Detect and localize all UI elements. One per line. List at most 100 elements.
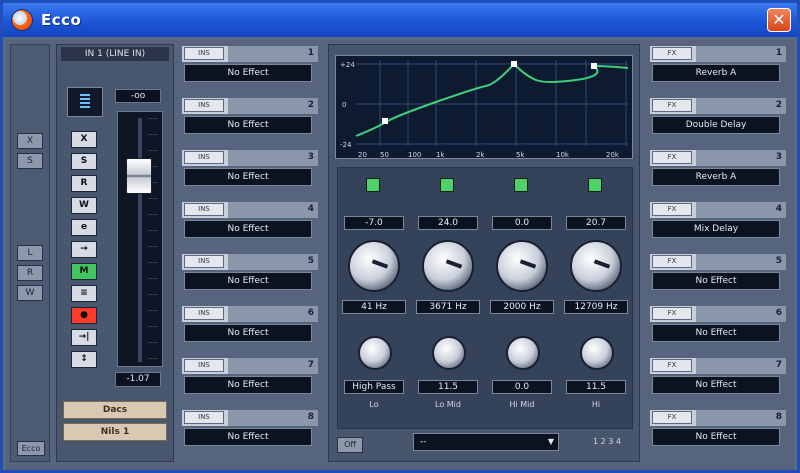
send-toggle[interactable]: FX bbox=[652, 255, 692, 268]
write-automation-button[interactable]: W bbox=[71, 197, 97, 214]
band-q-readout[interactable]: 0.0 bbox=[492, 380, 552, 394]
band-freq-readout[interactable]: 12709 Hz bbox=[564, 300, 628, 314]
slot-number: 1 bbox=[307, 48, 314, 58]
insert-toggle[interactable]: INS bbox=[184, 307, 224, 320]
monitor-button[interactable]: M bbox=[71, 263, 97, 280]
send-toggle[interactable]: FX bbox=[652, 359, 692, 372]
insert-slot: INS 5 No Effect bbox=[182, 252, 322, 303]
band-q-readout[interactable]: 11.5 bbox=[418, 380, 478, 394]
band-gain-readout[interactable]: 0.0 bbox=[492, 216, 552, 230]
send-slot: FX 3 Reverb A bbox=[650, 148, 790, 199]
q-knob[interactable] bbox=[432, 336, 466, 370]
band-gain-readout[interactable]: -7.0 bbox=[344, 216, 404, 230]
read-button[interactable]: L bbox=[17, 245, 43, 261]
band-q-readout[interactable]: High Pass bbox=[344, 380, 404, 394]
write-button[interactable]: W bbox=[17, 285, 43, 301]
insert-toggle[interactable]: INS bbox=[184, 255, 224, 268]
title-bar[interactable]: Ecco ✕ bbox=[3, 3, 797, 37]
send-effect-select[interactable]: No Effect bbox=[652, 324, 780, 342]
read-automation-button[interactable]: R bbox=[71, 175, 97, 192]
send-toggle[interactable]: FX bbox=[652, 99, 692, 112]
eq-preset-select[interactable]: -- ▼ bbox=[413, 433, 559, 451]
eq-bypass-button[interactable]: Off bbox=[337, 437, 363, 453]
channel-input-button[interactable]: Dacs bbox=[63, 401, 167, 419]
eq-node-lomid[interactable] bbox=[511, 61, 517, 67]
insert-toggle[interactable]: INS bbox=[184, 99, 224, 112]
send-effect-select[interactable]: Mix Delay bbox=[652, 220, 780, 238]
graph-x-label: 5k bbox=[516, 151, 525, 159]
send-effect-select[interactable]: Double Delay bbox=[652, 116, 780, 134]
insert-effect-select[interactable]: No Effect bbox=[184, 324, 312, 342]
gain-knob[interactable] bbox=[348, 240, 400, 292]
q-knob[interactable] bbox=[580, 336, 614, 370]
close-button[interactable]: ✕ bbox=[767, 8, 791, 32]
band-q-readout[interactable]: 11.5 bbox=[566, 380, 626, 394]
band-enable-toggle[interactable] bbox=[366, 178, 380, 192]
fader-handle[interactable] bbox=[126, 158, 152, 194]
send-slot: FX 1 Reverb A bbox=[650, 44, 790, 95]
send-effect-select[interactable]: Reverb A bbox=[652, 64, 780, 82]
slot-number: 5 bbox=[307, 256, 314, 266]
send-effect-select[interactable]: No Effect bbox=[652, 376, 780, 394]
fader-rail bbox=[138, 118, 142, 362]
volume-fader[interactable] bbox=[117, 111, 163, 367]
eq-node-lo[interactable] bbox=[382, 118, 388, 124]
insert-toggle[interactable]: INS bbox=[184, 47, 224, 60]
insert-effect-select[interactable]: No Effect bbox=[184, 272, 312, 290]
send-toggle[interactable]: FX bbox=[652, 203, 692, 216]
band-enable-toggle[interactable] bbox=[440, 178, 454, 192]
slot-number: 5 bbox=[775, 256, 782, 266]
gain-knob[interactable] bbox=[496, 240, 548, 292]
insert-effect-select[interactable]: No Effect bbox=[184, 376, 312, 394]
output-button[interactable]: →| bbox=[71, 329, 97, 346]
eq-curve-display[interactable]: +24 0 -24 20 50 100 1k 2k 5k 10k 20k bbox=[335, 55, 633, 159]
solo-button[interactable]: S bbox=[17, 153, 43, 169]
gain-knob[interactable] bbox=[422, 240, 474, 292]
eq-node-hi[interactable] bbox=[591, 63, 597, 69]
insert-effect-select[interactable]: No Effect bbox=[184, 220, 312, 238]
send-effect-select[interactable]: No Effect bbox=[652, 428, 780, 446]
record-button[interactable]: ● bbox=[71, 307, 97, 324]
insert-toggle[interactable]: INS bbox=[184, 151, 224, 164]
q-knob[interactable] bbox=[358, 336, 392, 370]
insert-slot: INS 6 No Effect bbox=[182, 304, 322, 355]
band-enable-toggle[interactable] bbox=[588, 178, 602, 192]
channel-strip: IN 1 (LINE IN) -oo X S R W e → M ≡ ● →| … bbox=[56, 44, 174, 462]
insert-effect-select[interactable]: No Effect bbox=[184, 168, 312, 186]
send-toggle[interactable]: FX bbox=[652, 411, 692, 424]
insert-effect-select[interactable]: No Effect bbox=[184, 428, 312, 446]
insert-toggle[interactable]: INS bbox=[184, 203, 224, 216]
slot-number: 8 bbox=[775, 412, 782, 422]
edit-button[interactable]: e bbox=[71, 219, 97, 236]
insert-effect-select[interactable]: No Effect bbox=[184, 64, 312, 82]
send-toggle[interactable]: FX bbox=[652, 307, 692, 320]
band-freq-readout[interactable]: 3671 Hz bbox=[416, 300, 480, 314]
link-button[interactable]: ↕ bbox=[71, 351, 97, 368]
insert-toggle[interactable]: INS bbox=[184, 359, 224, 372]
insert-slot: INS 4 No Effect bbox=[182, 200, 322, 251]
lanes-button[interactable]: ≡ bbox=[71, 285, 97, 302]
band-freq-readout[interactable]: 2000 Hz bbox=[490, 300, 554, 314]
gain-knob[interactable] bbox=[570, 240, 622, 292]
volume-readout[interactable]: -oo bbox=[115, 89, 161, 103]
q-knob[interactable] bbox=[506, 336, 540, 370]
channel-output-button[interactable]: Nils 1 bbox=[63, 423, 167, 441]
mute-button[interactable]: X bbox=[71, 131, 97, 148]
band-gain-readout[interactable]: 24.0 bbox=[418, 216, 478, 230]
band-enable-toggle[interactable] bbox=[514, 178, 528, 192]
insert-effect-select[interactable]: No Effect bbox=[184, 116, 312, 134]
preset-value: -- bbox=[420, 437, 427, 447]
record-arm-button[interactable]: R bbox=[17, 265, 43, 281]
send-toggle[interactable]: FX bbox=[652, 47, 692, 60]
mute-button[interactable]: X bbox=[17, 133, 43, 149]
insert-toggle[interactable]: INS bbox=[184, 411, 224, 424]
solo-button[interactable]: S bbox=[71, 153, 97, 170]
send-toggle[interactable]: FX bbox=[652, 151, 692, 164]
fader-readout[interactable]: -1.07 bbox=[115, 372, 161, 387]
band-freq-readout[interactable]: 41 Hz bbox=[342, 300, 406, 314]
bypass-button[interactable]: Ecco bbox=[17, 441, 45, 456]
route-button[interactable]: → bbox=[71, 241, 97, 258]
send-effect-select[interactable]: No Effect bbox=[652, 272, 780, 290]
band-gain-readout[interactable]: 20.7 bbox=[566, 216, 626, 230]
send-effect-select[interactable]: Reverb A bbox=[652, 168, 780, 186]
